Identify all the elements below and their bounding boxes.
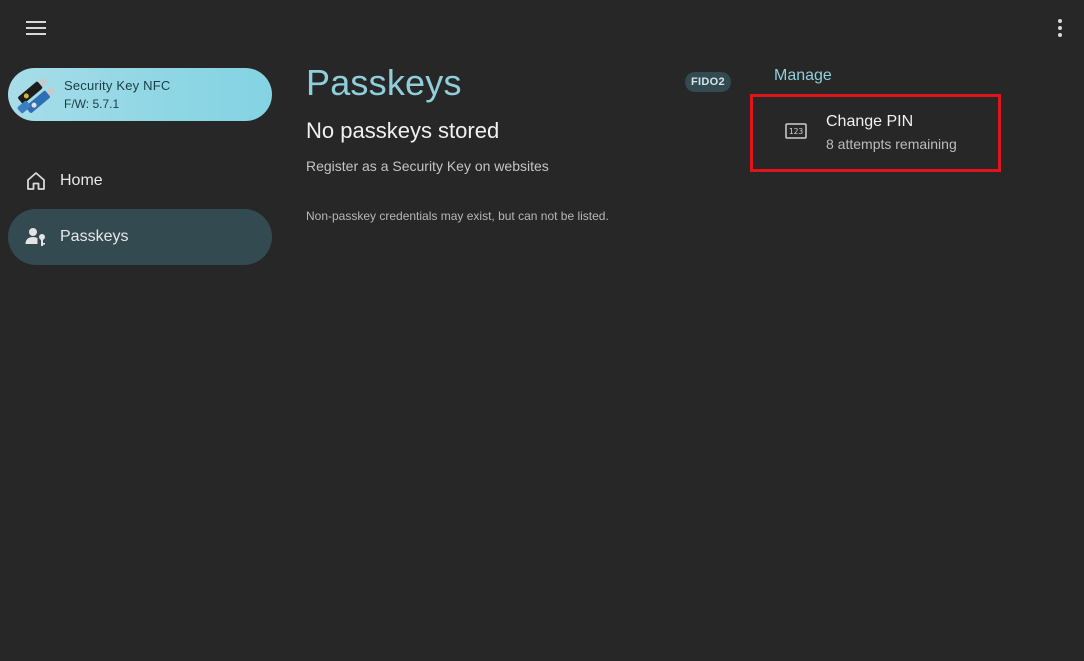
page-title: Passkeys (306, 62, 462, 103)
sidebar-item-passkeys[interactable]: Passkeys (8, 209, 272, 265)
change-pin-title: Change PIN (826, 113, 914, 130)
hamburger-menu-button[interactable] (20, 14, 52, 42)
device-selector[interactable]: Security Key NFC F/W: 5.7.1 (8, 68, 272, 121)
security-key-icon (17, 77, 56, 113)
svg-text:123: 123 (789, 127, 804, 136)
app-window: Security Key NFC F/W: 5.7.1 Home Passkey… (0, 0, 1084, 661)
device-firmware: F/W: 5.7.1 (64, 96, 120, 111)
change-pin-button[interactable]: 123 Change PIN 8 attempts remaining (750, 94, 1001, 172)
pin-123-icon: 123 (785, 123, 807, 139)
empty-state-subtitle: Register as a Security Key on websites (306, 158, 549, 174)
home-icon (24, 169, 48, 193)
fido2-badge: FIDO2 (685, 72, 731, 92)
credentials-note: Non-passkey credentials may exist, but c… (306, 209, 609, 223)
more-options-button[interactable] (1046, 14, 1074, 42)
pin-attempts-remaining: 8 attempts remaining (826, 136, 957, 152)
manage-section-title: Manage (774, 67, 832, 84)
sidebar-item-label: Passkeys (60, 228, 129, 245)
more-vert-icon (1058, 19, 1062, 37)
empty-state-title: No passkeys stored (306, 118, 500, 143)
passkey-icon (24, 225, 48, 249)
device-name: Security Key NFC (64, 77, 171, 93)
sidebar-item-home[interactable]: Home (8, 153, 272, 209)
sidebar-item-label: Home (60, 172, 103, 189)
hamburger-menu-icon (26, 21, 46, 35)
